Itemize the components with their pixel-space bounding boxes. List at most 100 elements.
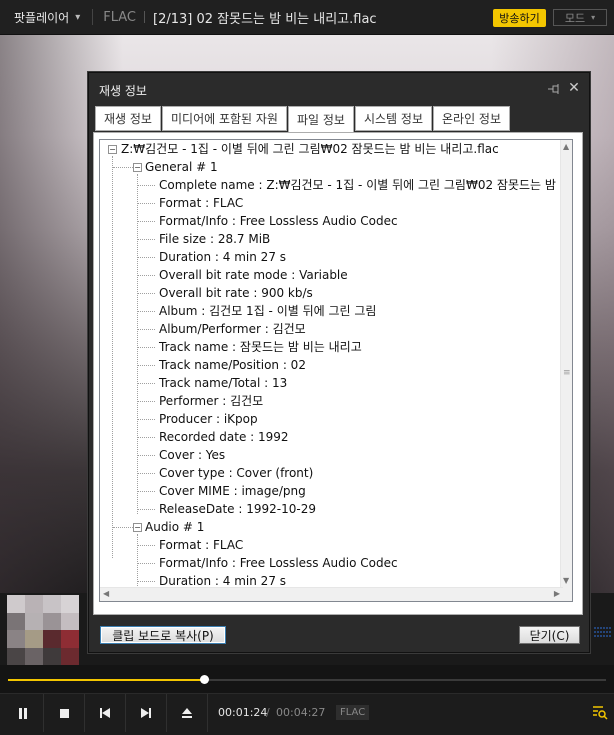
tree-leaf-item[interactable]: Cover : Yes bbox=[159, 446, 225, 464]
tab-playback-info[interactable]: 재생 정보 bbox=[95, 106, 161, 131]
tree-guide bbox=[138, 491, 155, 492]
eject-icon bbox=[182, 708, 192, 718]
tree-leaf-item[interactable]: Performer : 김건모 bbox=[159, 392, 263, 410]
tree-leaf-item[interactable]: Album : 김건모 1집 - 이별 뒤에 그린 그림 bbox=[159, 302, 376, 320]
tree-guide bbox=[138, 383, 155, 384]
chevron-down-icon: ▾ bbox=[75, 11, 81, 23]
tab-online-info[interactable]: 온라인 정보 bbox=[432, 106, 510, 131]
tree-guide bbox=[137, 534, 138, 588]
tree-guide bbox=[138, 275, 155, 276]
file-info-tree[interactable]: − Z:₩김건모 - 1집 - 이별 뒤에 그린 그림₩02 잠못드는 밤 비는… bbox=[99, 139, 573, 602]
tab-label: 미디어에 포함된 자원 bbox=[170, 112, 278, 126]
horizontal-scrollbar[interactable]: ◀ ▶ bbox=[100, 587, 563, 601]
tree-leaf-item[interactable]: Duration : 4 min 27 s bbox=[159, 572, 286, 588]
tree-guide bbox=[138, 185, 155, 186]
pin-icon[interactable] bbox=[547, 83, 561, 95]
seek-progress bbox=[8, 679, 204, 681]
next-button[interactable] bbox=[126, 694, 166, 732]
tree-guide bbox=[138, 221, 155, 222]
eject-button[interactable] bbox=[167, 694, 207, 732]
close-button[interactable]: 닫기(C) bbox=[519, 626, 580, 644]
tab-embedded-resources[interactable]: 미디어에 포함된 자원 bbox=[161, 106, 287, 131]
file-title: [2/13] 02 잠못드는 밤 비는 내리고.flac bbox=[153, 11, 377, 27]
app-menu[interactable]: 팟플레이어 ▾ bbox=[0, 9, 80, 26]
tree-leaf-item[interactable]: ReleaseDate : 1992-10-29 bbox=[159, 500, 316, 518]
tree-leaf-item[interactable]: File size : 28.7 MiB bbox=[159, 230, 270, 248]
tree-leaf-item[interactable]: Album/Performer : 김건모 bbox=[159, 320, 306, 338]
tree-guide bbox=[138, 347, 155, 348]
minus-box-icon[interactable]: − bbox=[133, 523, 142, 532]
tree-leaf-item[interactable]: Overall bit rate mode : Variable bbox=[159, 266, 348, 284]
minus-box-icon[interactable]: − bbox=[133, 163, 142, 172]
tree-leaf-item[interactable]: Track name : 잠못드는 밤 비는 내리고 bbox=[159, 338, 362, 356]
divider bbox=[92, 9, 94, 25]
stop-icon bbox=[59, 708, 69, 718]
tree-leaf-item[interactable]: Track name/Position : 02 bbox=[159, 356, 306, 374]
tree-leaf-item[interactable]: Complete name : Z:₩김건모 - 1집 - 이별 뒤에 그린 그… bbox=[159, 176, 563, 194]
tree-section-audio[interactable]: Audio # 1 bbox=[145, 518, 204, 536]
close-icon[interactable]: ✕ bbox=[567, 81, 581, 95]
control-bar: 00:01:24 / 00:04:27 FLAC bbox=[0, 693, 614, 735]
format-label: FLAC bbox=[103, 9, 136, 25]
scroll-left-icon[interactable]: ◀ bbox=[103, 590, 109, 598]
playback-info-dialog: 재생 정보 ✕ 재생 정보 미디어에 포함된 자원 파일 정보 시스템 정보 온… bbox=[88, 72, 590, 653]
codec-badge[interactable]: FLAC bbox=[336, 705, 370, 720]
stop-button[interactable] bbox=[44, 694, 84, 732]
tab-bar: 재생 정보 미디어에 포함된 자원 파일 정보 시스템 정보 온라인 정보 bbox=[95, 106, 511, 133]
tab-file-info[interactable]: 파일 정보 bbox=[287, 106, 354, 133]
tree-root-node[interactable]: Z:₩김건모 - 1집 - 이별 뒤에 그린 그림₩02 잠못드는 밤 비는 내… bbox=[121, 140, 499, 158]
tree-guide bbox=[138, 581, 155, 582]
tree-guide bbox=[138, 311, 155, 312]
tree-leaf-item[interactable]: Recorded date : 1992 bbox=[159, 428, 289, 446]
current-time[interactable]: 00:01:24 bbox=[218, 706, 267, 719]
broadcast-button[interactable]: 방송하기 bbox=[493, 9, 546, 27]
tree-guide bbox=[138, 239, 155, 240]
pause-button[interactable] bbox=[3, 694, 43, 732]
tree-leaf-item[interactable]: Duration : 4 min 27 s bbox=[159, 248, 286, 266]
tree-leaf-item[interactable]: Format : FLAC bbox=[159, 536, 243, 554]
tree-leaf-item[interactable]: Track name/Total : 13 bbox=[159, 374, 287, 392]
scroll-right-icon[interactable]: ▶ bbox=[554, 590, 560, 598]
minus-box-icon[interactable]: − bbox=[108, 145, 117, 154]
pause-icon bbox=[19, 707, 27, 719]
tree-guide bbox=[138, 509, 155, 510]
tree-guide bbox=[137, 174, 138, 514]
skip-forward-icon bbox=[141, 708, 151, 718]
scroll-corner bbox=[561, 588, 572, 601]
mode-label: 모드 bbox=[564, 11, 586, 25]
scroll-up-icon[interactable]: ▲ bbox=[563, 143, 569, 151]
tree-leaf-item[interactable]: Cover type : Cover (front) bbox=[159, 464, 313, 482]
total-time[interactable]: 00:04:27 bbox=[276, 706, 325, 719]
tree-guide bbox=[138, 455, 155, 456]
skip-back-icon bbox=[100, 708, 110, 718]
tree-guide bbox=[112, 156, 113, 558]
tree-guide bbox=[138, 419, 155, 420]
tree-guide bbox=[113, 167, 133, 168]
tab-system-info[interactable]: 시스템 정보 bbox=[354, 106, 432, 131]
equalizer-icon bbox=[594, 627, 612, 637]
copy-to-clipboard-button[interactable]: 클립 보드로 복사(P) bbox=[100, 626, 226, 644]
playlist-search-icon[interactable] bbox=[592, 704, 608, 720]
previous-button[interactable] bbox=[85, 694, 125, 732]
album-art-thumbnail[interactable] bbox=[7, 595, 79, 665]
tree-guide bbox=[138, 437, 155, 438]
vertical-scrollbar[interactable]: ▲ ≡ ▼ bbox=[560, 140, 572, 588]
scroll-thumb-grip[interactable]: ≡ bbox=[563, 368, 571, 378]
mode-dropdown[interactable]: 모드 ▾ bbox=[553, 9, 607, 26]
seek-handle[interactable] bbox=[200, 675, 209, 684]
tree-leaf-item[interactable]: Format/Info : Free Lossless Audio Codec bbox=[159, 554, 398, 572]
tree-guide bbox=[138, 329, 155, 330]
tree-guide bbox=[138, 365, 155, 366]
tab-label: 재생 정보 bbox=[104, 112, 152, 126]
divider bbox=[207, 694, 208, 732]
tree-leaf-item[interactable]: Overall bit rate : 900 kb/s bbox=[159, 284, 313, 302]
tree-guide bbox=[138, 257, 155, 258]
tree-leaf-item[interactable]: Format/Info : Free Lossless Audio Codec bbox=[159, 212, 398, 230]
scroll-down-icon[interactable]: ▼ bbox=[563, 577, 569, 585]
tree-leaf-item[interactable]: Producer : iKpop bbox=[159, 410, 258, 428]
tree-leaf-item[interactable]: Format : FLAC bbox=[159, 194, 243, 212]
tree-guide bbox=[113, 527, 133, 528]
tree-section-general[interactable]: General # 1 bbox=[145, 158, 218, 176]
tree-leaf-item[interactable]: Cover MIME : image/png bbox=[159, 482, 306, 500]
divider bbox=[144, 11, 145, 23]
